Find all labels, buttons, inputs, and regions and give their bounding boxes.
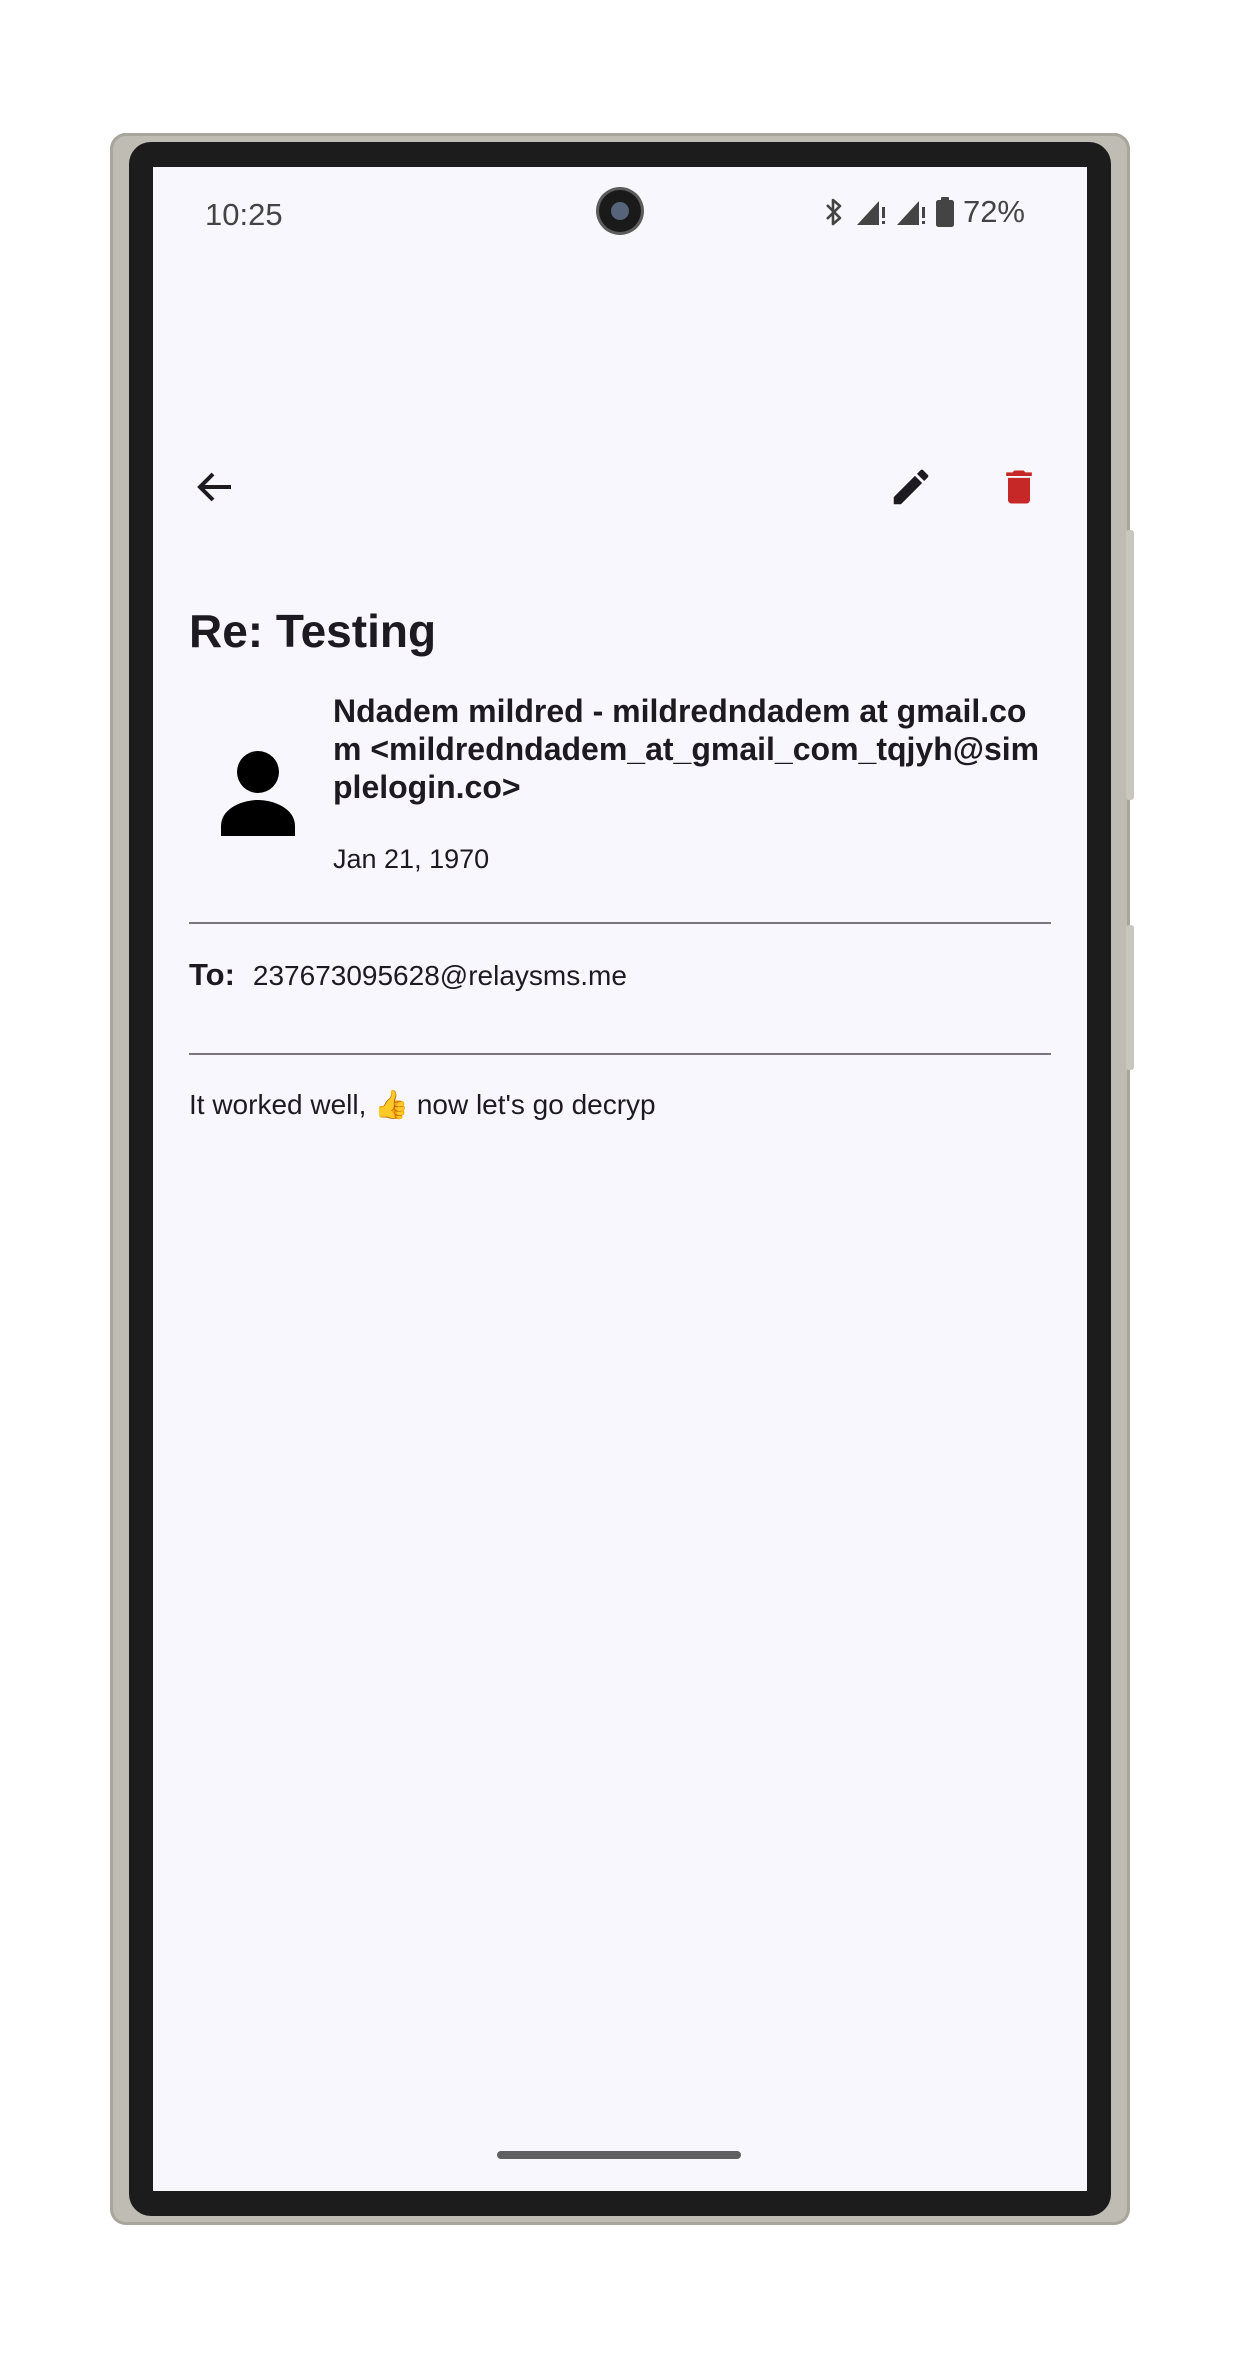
email-date: Jan 21, 1970 bbox=[333, 844, 490, 874]
to-address: 237673095628@relaysms.me bbox=[252, 960, 627, 991]
screen: 10:25 72% Re: Testing Ndadem mildred - m… bbox=[153, 167, 1087, 2191]
volume-button bbox=[1126, 530, 1134, 800]
home-indicator[interactable] bbox=[497, 2151, 741, 2159]
arrow-back-icon bbox=[193, 465, 237, 514]
pencil-icon bbox=[888, 464, 934, 515]
signal-icon bbox=[895, 197, 927, 227]
recipient-row: To: 237673095628@relaysms.me bbox=[189, 957, 627, 993]
front-camera bbox=[599, 190, 641, 232]
delete-button[interactable] bbox=[979, 449, 1059, 529]
status-bar: 10:25 72% bbox=[153, 167, 1087, 259]
edit-button[interactable] bbox=[871, 449, 951, 529]
battery-icon bbox=[935, 196, 955, 228]
email-subject: Re: Testing bbox=[189, 605, 437, 657]
battery-percent: 72% bbox=[962, 194, 1025, 229]
divider bbox=[189, 922, 1051, 924]
to-label: To: bbox=[189, 957, 235, 992]
bluetooth-icon bbox=[821, 196, 847, 228]
power-button bbox=[1126, 925, 1134, 1070]
app-bar bbox=[153, 439, 1087, 539]
email-body: It worked well, 👍 now let's go decryp bbox=[189, 1089, 656, 1120]
person-icon bbox=[203, 740, 313, 850]
sender-name: Ndadem mildred - mildredndadem at gmail.… bbox=[333, 693, 1040, 805]
divider bbox=[189, 1053, 1051, 1055]
status-time: 10:25 bbox=[205, 197, 283, 232]
status-icons: 72% bbox=[821, 193, 1025, 231]
signal-icon bbox=[855, 197, 887, 227]
back-button[interactable] bbox=[175, 449, 255, 529]
trash-icon bbox=[997, 463, 1041, 516]
